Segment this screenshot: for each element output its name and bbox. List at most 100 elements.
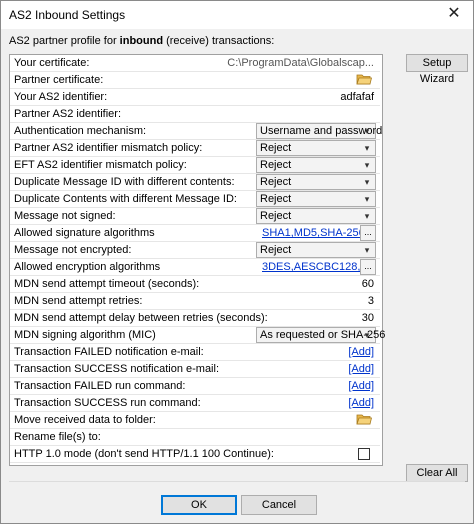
chevron-down-icon: ▾ bbox=[364, 126, 370, 136]
setting-row: Transaction SUCCESS run command: [Add] bbox=[10, 395, 380, 412]
setting-value[interactable]: 30 bbox=[362, 312, 374, 324]
add-link[interactable]: [Add] bbox=[348, 346, 374, 358]
setting-label: MDN signing algorithm (MIC) bbox=[14, 329, 156, 341]
setting-dropdown[interactable]: Reject ▾ bbox=[256, 157, 376, 173]
setting-label: Partner AS2 identifier: bbox=[14, 108, 122, 120]
setting-label: MDN send attempt delay between retries (… bbox=[14, 312, 268, 324]
setting-row: Transaction FAILED notification e-mail: [… bbox=[10, 344, 380, 361]
dropdown-value: Reject bbox=[260, 142, 292, 154]
setting-row: Allowed signature algorithms SHA1,MD5,SHA… bbox=[10, 225, 380, 242]
window-title: AS2 Inbound Settings bbox=[9, 8, 126, 22]
setting-row: Partner certificate: bbox=[10, 72, 380, 89]
setting-row: Allowed encryption algorithms 3DES,AESCBC… bbox=[10, 259, 380, 276]
folder-icon[interactable] bbox=[356, 73, 372, 85]
setting-row: Rename file(s) to: bbox=[10, 429, 380, 446]
setting-dropdown[interactable]: Username and password ▾ bbox=[256, 123, 382, 139]
setting-label: Partner certificate: bbox=[14, 74, 104, 86]
setting-label: Message not signed: bbox=[14, 210, 116, 222]
add-link[interactable]: [Add] bbox=[348, 397, 374, 409]
chevron-down-icon: ▾ bbox=[364, 330, 370, 340]
setting-label: Duplicate Message ID with different cont… bbox=[14, 176, 235, 188]
setting-row: Authentication mechanism: Username and pa… bbox=[10, 123, 382, 140]
setting-dropdown[interactable]: Reject ▾ bbox=[256, 191, 376, 207]
ellipsis-icon[interactable]: ... bbox=[360, 259, 376, 275]
setting-row: Your AS2 identifier: adfafaf bbox=[10, 89, 380, 106]
dropdown-value: Reject bbox=[260, 210, 292, 222]
setting-row: Partner AS2 identifier mismatch policy: R… bbox=[10, 140, 380, 157]
add-link[interactable]: [Add] bbox=[348, 380, 374, 392]
setting-row: Message not signed: Reject ▾ bbox=[10, 208, 380, 225]
add-link[interactable]: [Add] bbox=[348, 363, 374, 375]
settings-grid: Your certificate: C:\ProgramData\Globalsc… bbox=[9, 54, 385, 466]
setting-label: Your AS2 identifier: bbox=[14, 91, 108, 103]
setting-label: Transaction SUCCESS run command: bbox=[14, 397, 201, 409]
setting-row: Transaction FAILED run command: [Add] bbox=[10, 378, 380, 395]
setting-label: Rename file(s) to: bbox=[14, 431, 101, 443]
setting-label: Transaction FAILED run command: bbox=[14, 380, 186, 392]
setting-dropdown[interactable]: Reject ▾ bbox=[256, 242, 376, 258]
dialog-window: AS2 Inbound Settings ✕ AS2 partner profi… bbox=[0, 0, 474, 524]
title-bar: AS2 Inbound Settings ✕ bbox=[1, 1, 473, 29]
setting-label: MDN send attempt retries: bbox=[14, 295, 143, 307]
description: AS2 partner profile for inbound (receive… bbox=[9, 35, 274, 47]
dropdown-value: Reject bbox=[260, 159, 292, 171]
dropdown-value: Reject bbox=[260, 176, 292, 188]
setting-value[interactable]: 60 bbox=[362, 278, 374, 290]
http10-checkbox[interactable] bbox=[358, 448, 370, 460]
setting-value[interactable]: adfafaf bbox=[340, 91, 374, 103]
setting-row: HTTP 1.0 mode (don't send HTTP/1.1 100 C… bbox=[10, 446, 380, 463]
chevron-down-icon: ▾ bbox=[364, 211, 370, 221]
algorithm-link[interactable]: 3DES,AESCBC128,AESCBC1... bbox=[262, 261, 362, 273]
setting-label: Message not encrypted: bbox=[14, 244, 132, 256]
description-suffix: (receive) transactions: bbox=[163, 35, 275, 47]
ok-button[interactable]: OK bbox=[161, 495, 237, 515]
setting-label: Transaction FAILED notification e-mail: bbox=[14, 346, 204, 358]
chevron-down-icon: ▾ bbox=[364, 160, 370, 170]
setting-row: MDN send attempt retries: 3 bbox=[10, 293, 380, 310]
setting-row: MDN signing algorithm (MIC) As requested … bbox=[10, 327, 385, 344]
setting-label: Transaction SUCCESS notification e-mail: bbox=[14, 363, 220, 375]
setting-label: Your certificate: bbox=[14, 57, 90, 69]
setting-row: Duplicate Message ID with different cont… bbox=[10, 174, 380, 191]
setting-row: EFT AS2 identifier mismatch policy: Rejec… bbox=[10, 157, 380, 174]
setting-dropdown[interactable]: As requested or SHA-256 ▾ bbox=[256, 327, 385, 343]
setting-label: EFT AS2 identifier mismatch policy: bbox=[14, 159, 187, 171]
setting-dropdown[interactable]: Reject ▾ bbox=[256, 208, 376, 224]
setting-value[interactable]: 3 bbox=[368, 295, 374, 307]
setting-row: Partner AS2 identifier: bbox=[10, 106, 380, 123]
setting-row: Move received data to folder: bbox=[10, 412, 380, 429]
setting-dropdown[interactable]: Reject ▾ bbox=[256, 174, 376, 190]
description-prefix: AS2 partner profile for bbox=[9, 35, 120, 47]
dropdown-value: Reject bbox=[260, 193, 292, 205]
chevron-down-icon: ▾ bbox=[364, 194, 370, 204]
setting-label: Duplicate Contents with different Messag… bbox=[14, 193, 237, 205]
setting-label: HTTP 1.0 mode (don't send HTTP/1.1 100 C… bbox=[14, 448, 274, 460]
chevron-down-icon: ▾ bbox=[364, 177, 370, 187]
close-icon[interactable]: ✕ bbox=[441, 3, 467, 25]
setting-row: Message not encrypted: Reject ▾ bbox=[10, 242, 380, 259]
cancel-button[interactable]: Cancel bbox=[241, 495, 317, 515]
folder-icon[interactable] bbox=[356, 413, 372, 425]
setting-label: Allowed encryption algorithms bbox=[14, 261, 161, 273]
setting-label: Allowed signature algorithms bbox=[14, 227, 155, 239]
chevron-down-icon: ▾ bbox=[364, 245, 370, 255]
setting-row: Your certificate: C:\ProgramData\Globalsc… bbox=[10, 55, 380, 72]
setting-row: Duplicate Contents with different Messag… bbox=[10, 191, 380, 208]
setting-row: MDN send attempt delay between retries (… bbox=[10, 310, 380, 327]
setting-label: MDN send attempt timeout (seconds): bbox=[14, 278, 200, 290]
setup-wizard-button[interactable]: Setup Wizard bbox=[406, 54, 468, 85]
separator bbox=[9, 481, 465, 482]
setting-row: MDN send attempt timeout (seconds): 60 bbox=[10, 276, 380, 293]
ellipsis-icon[interactable]: ... bbox=[360, 225, 376, 241]
description-bold: inbound bbox=[119, 35, 164, 47]
setting-label: Move received data to folder: bbox=[14, 414, 156, 426]
clear-all-button[interactable]: Clear All bbox=[406, 464, 468, 482]
algorithm-link[interactable]: SHA1,MD5,SHA-256,SHA-38... bbox=[262, 227, 362, 239]
dropdown-value: Reject bbox=[260, 244, 292, 256]
setting-label: Partner AS2 identifier mismatch policy: bbox=[14, 142, 203, 154]
setting-value[interactable]: C:\ProgramData\Globalscap... bbox=[227, 57, 374, 69]
setting-dropdown[interactable]: Reject ▾ bbox=[256, 140, 376, 156]
setting-row: Transaction SUCCESS notification e-mail:… bbox=[10, 361, 380, 378]
setting-label: Authentication mechanism: bbox=[14, 125, 147, 137]
chevron-down-icon: ▾ bbox=[364, 143, 370, 153]
